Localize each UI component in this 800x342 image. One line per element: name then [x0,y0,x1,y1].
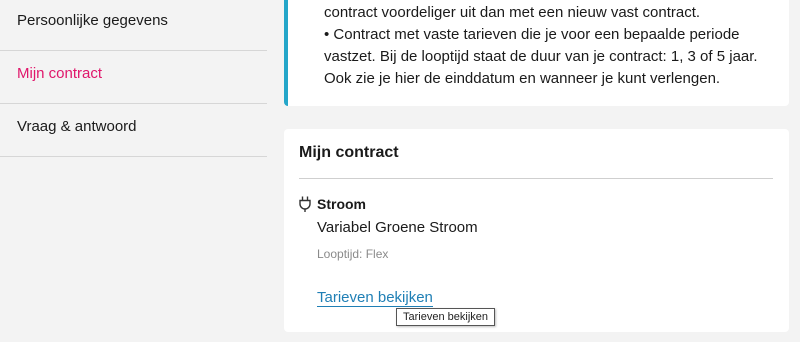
divider [299,178,773,179]
info-text-line: contract voordeliger uit dan met een nie… [324,4,701,21]
info-text-line: Ook zie je hier de einddatum en wanneer … [324,70,721,87]
contract-title: Mijn contract [299,144,399,161]
sidebar-nav: Persoonlijke gegevens Mijn contract Vraa… [0,0,267,342]
energy-type-label: Stroom [317,196,366,212]
info-card: contract voordeliger uit dan met een nie… [284,0,789,106]
sidebar-item-persoonlijke-gegevens[interactable]: Persoonlijke gegevens [0,0,267,51]
sidebar-item-label: Persoonlijke gegevens [17,12,168,29]
info-text-line: • Contract met vaste tarieven die je voo… [324,26,740,43]
tarieven-bekijken-link[interactable]: Tarieven bekijken [317,289,433,307]
plug-icon [299,196,311,212]
sidebar-item-mijn-contract[interactable]: Mijn contract [0,51,267,104]
contract-card: Mijn contract Stroom Variabel Groene Str… [284,129,789,332]
product-name: Variabel Groene Stroom [317,219,478,236]
link-tooltip: Tarieven bekijken [396,308,495,326]
info-text-line: vastzet. Bij de looptijd staat de duur v… [324,48,758,65]
looptijd-label: Looptijd: Flex [317,247,389,261]
sidebar-item-vraag-antwoord[interactable]: Vraag & antwoord [0,104,267,157]
sidebar-item-label: Vraag & antwoord [17,118,137,135]
sidebar-item-label: Mijn contract [17,65,103,82]
